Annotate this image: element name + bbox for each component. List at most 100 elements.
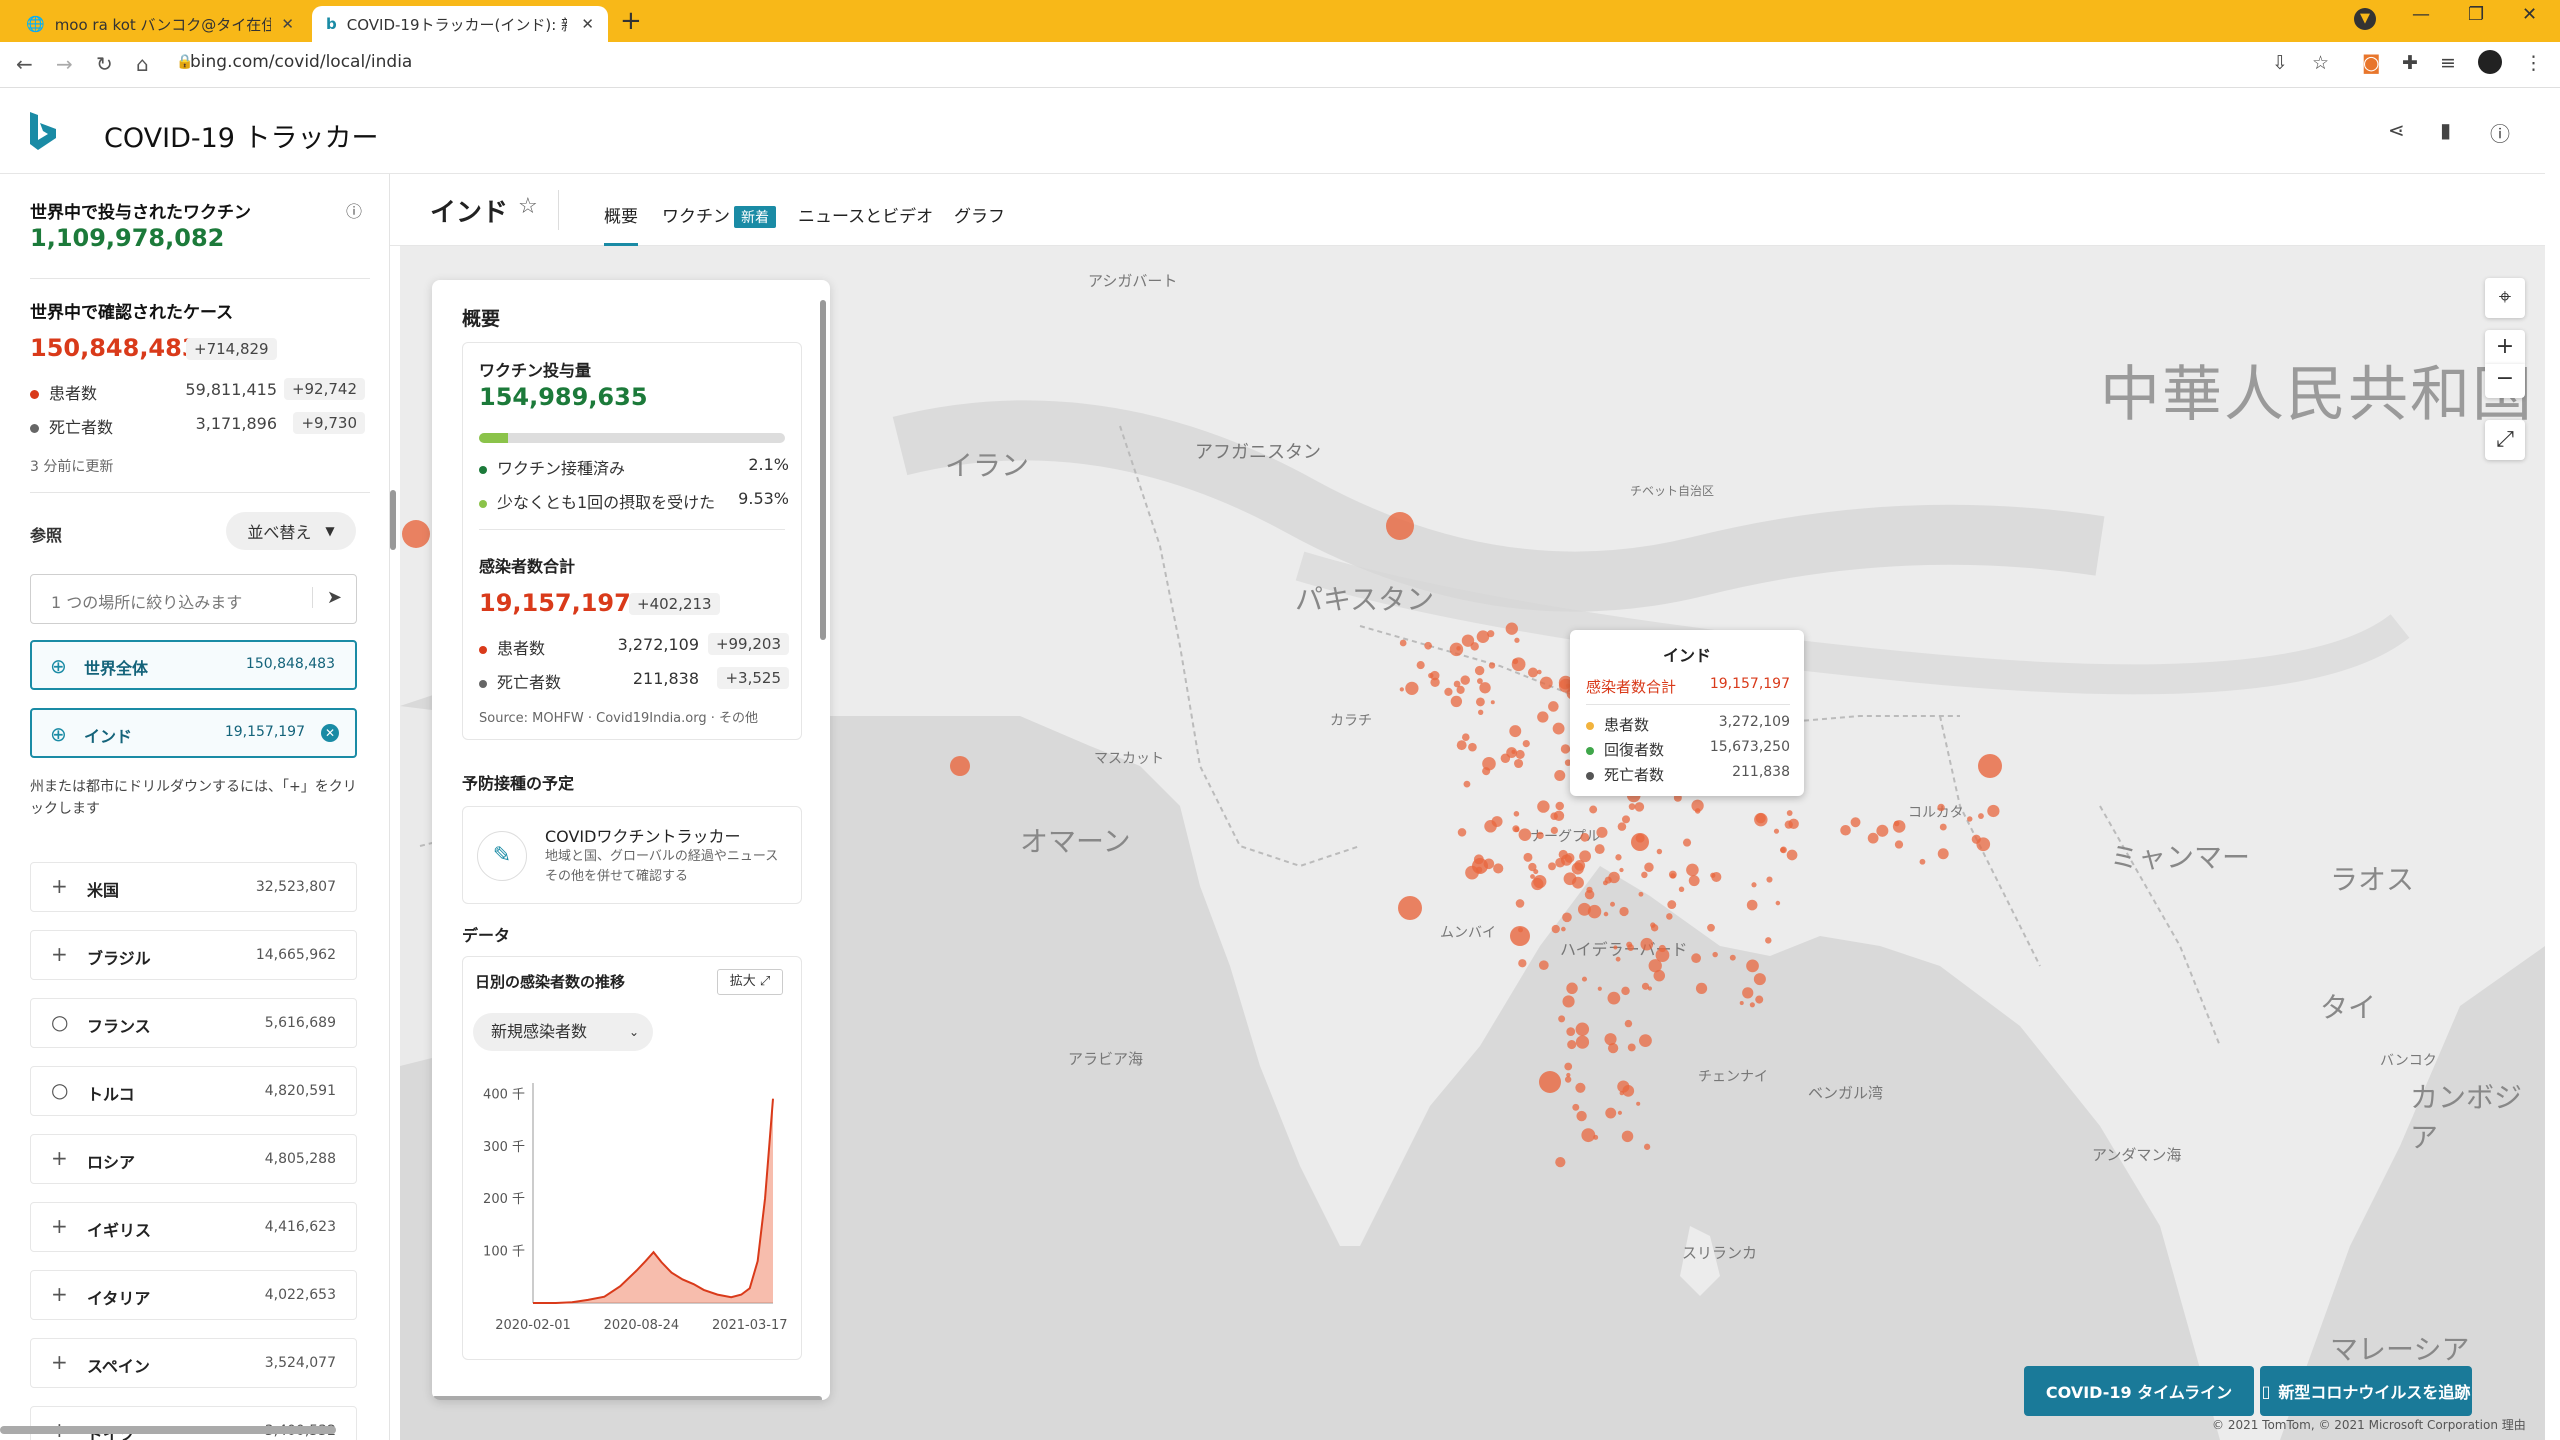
case-dot[interactable] [1754, 812, 1768, 827]
case-dot[interactable] [1575, 1082, 1586, 1093]
case-dot[interactable] [1589, 805, 1598, 814]
locate-arrow-icon[interactable]: ➤ [311, 587, 342, 608]
reload-icon[interactable]: ↻ [96, 52, 113, 76]
metric-dropdown[interactable]: 新規感染者数 ⌄ [473, 1013, 653, 1051]
feedback-icon[interactable]: ▮ [2440, 118, 2451, 142]
case-dot[interactable] [1626, 941, 1633, 948]
case-dot[interactable] [1746, 899, 1758, 911]
case-dot[interactable] [1572, 876, 1584, 889]
country-row[interactable]: +ドイツ3,400,532 [30, 1406, 357, 1440]
left-panel-scrollbar[interactable] [390, 490, 396, 550]
clear-icon[interactable]: ✕ [321, 724, 339, 742]
plus-icon[interactable]: + [51, 1146, 68, 1170]
case-dot[interactable] [1530, 874, 1535, 879]
new-tab-button[interactable]: + [620, 6, 642, 36]
case-dot[interactable] [1596, 826, 1608, 838]
country-row[interactable]: + 米国 32,523,807 [30, 862, 357, 912]
case-dot[interactable] [1470, 642, 1479, 651]
case-dot[interactable] [1551, 924, 1560, 934]
case-dot[interactable] [1788, 818, 1799, 830]
case-dot[interactable] [1987, 804, 2000, 818]
case-dot[interactable] [1453, 680, 1461, 688]
case-dot[interactable] [1461, 733, 1470, 741]
case-dot[interactable] [1634, 802, 1645, 812]
case-dot[interactable] [1493, 863, 1504, 874]
browser-menu-icon[interactable]: ⋮ [2524, 52, 2543, 74]
case-dot[interactable] [1581, 976, 1587, 982]
case-dot[interactable] [1937, 803, 1945, 812]
case-dot[interactable] [1560, 744, 1571, 754]
case-dot[interactable] [1667, 900, 1677, 910]
case-dot[interactable] [1729, 954, 1736, 961]
browser-tab-2[interactable]: b COVID-19トラッカー(インド): 新型コロ ✕ [312, 6, 608, 42]
case-dot[interactable] [1694, 808, 1701, 814]
case-dot[interactable] [1755, 995, 1764, 1004]
case-dot[interactable] [1605, 1107, 1617, 1119]
covid-timeline-button[interactable]: COVID-19 タイムライン [2024, 1366, 2254, 1416]
case-dot[interactable] [1468, 742, 1477, 752]
case-dot[interactable] [1627, 1043, 1636, 1052]
case-dot[interactable] [1405, 681, 1419, 695]
case-dot[interactable] [1619, 906, 1629, 917]
country-row[interactable]: ○ トルコ 4,820,591 [30, 1066, 357, 1116]
case-dot[interactable] [1666, 913, 1673, 920]
case-dot[interactable] [1537, 711, 1549, 723]
case-dot[interactable] [1624, 1019, 1633, 1028]
case-dot[interactable] [1603, 911, 1609, 917]
location-search-input[interactable]: 1 つの場所に絞り込みます ➤ [30, 574, 357, 624]
case-dot[interactable] [1610, 901, 1615, 907]
case-dot[interactable] [1474, 665, 1485, 676]
case-dot[interactable] [1444, 687, 1453, 696]
case-dot[interactable] [1621, 1130, 1634, 1143]
case-dot[interactable] [1976, 837, 1991, 852]
case-dot[interactable] [1937, 848, 1949, 860]
case-dot[interactable] [1576, 1110, 1587, 1122]
close-window-button[interactable]: ✕ [2522, 4, 2537, 25]
region-india-button[interactable]: ⊕ インド 19,157,197 ✕ [30, 708, 357, 758]
case-dot[interactable] [1608, 871, 1620, 884]
case-dot[interactable] [1597, 986, 1602, 991]
bookmark-star-icon[interactable]: ☆ [2312, 52, 2329, 74]
plus-icon[interactable]: + [51, 874, 68, 898]
case-dot[interactable] [1571, 862, 1584, 875]
case-dot[interactable] [1539, 676, 1553, 690]
case-dot-large[interactable] [1510, 926, 1530, 946]
case-dot-large[interactable] [1631, 833, 1649, 851]
case-dot[interactable] [1477, 709, 1484, 715]
case-dot[interactable] [1786, 810, 1793, 816]
tab-charts[interactable]: グラフ [954, 202, 1005, 227]
case-dot[interactable] [1399, 639, 1407, 647]
case-dot[interactable] [1640, 937, 1654, 951]
case-dot[interactable] [1476, 630, 1490, 643]
case-dot[interactable] [1656, 848, 1663, 855]
vaccine-tracker-card[interactable]: ✎ COVIDワクチントラッカー 地域と国、グローバルの経過やニュースその他を併… [462, 806, 802, 904]
case-dot[interactable] [1566, 982, 1578, 995]
case-dot[interactable] [1523, 852, 1533, 862]
case-dot[interactable] [1505, 622, 1518, 635]
case-dot[interactable] [1399, 687, 1404, 692]
case-dot[interactable] [1424, 641, 1433, 650]
case-dot[interactable] [1641, 871, 1648, 879]
case-dot[interactable] [1518, 828, 1532, 841]
expand-button[interactable]: 拡大 ⤢ [717, 969, 783, 995]
country-row[interactable]: + イギリス 4,416,623 [30, 1202, 357, 1252]
case-dot[interactable] [1527, 667, 1538, 678]
case-dot[interactable] [1550, 826, 1558, 835]
case-dot[interactable] [1619, 1090, 1625, 1096]
case-dot[interactable] [1552, 722, 1565, 735]
case-dot[interactable] [1919, 858, 1926, 865]
case-dot[interactable] [1686, 863, 1699, 877]
case-dot[interactable] [1739, 1001, 1744, 1006]
case-dot-large[interactable] [1386, 512, 1414, 540]
case-dot[interactable] [1537, 800, 1550, 813]
case-dot[interactable] [1577, 902, 1591, 916]
case-dot[interactable] [1537, 669, 1542, 675]
case-dot[interactable] [1456, 646, 1461, 651]
back-icon[interactable]: ← [16, 52, 33, 76]
home-icon[interactable]: ⌂ [136, 52, 149, 76]
case-dot[interactable] [1555, 1157, 1566, 1168]
case-dot-large[interactable] [1472, 858, 1488, 874]
case-dot[interactable] [1515, 749, 1525, 759]
case-dot[interactable] [1580, 832, 1590, 842]
fullscreen-icon[interactable]: ⤢ [2485, 420, 2525, 460]
